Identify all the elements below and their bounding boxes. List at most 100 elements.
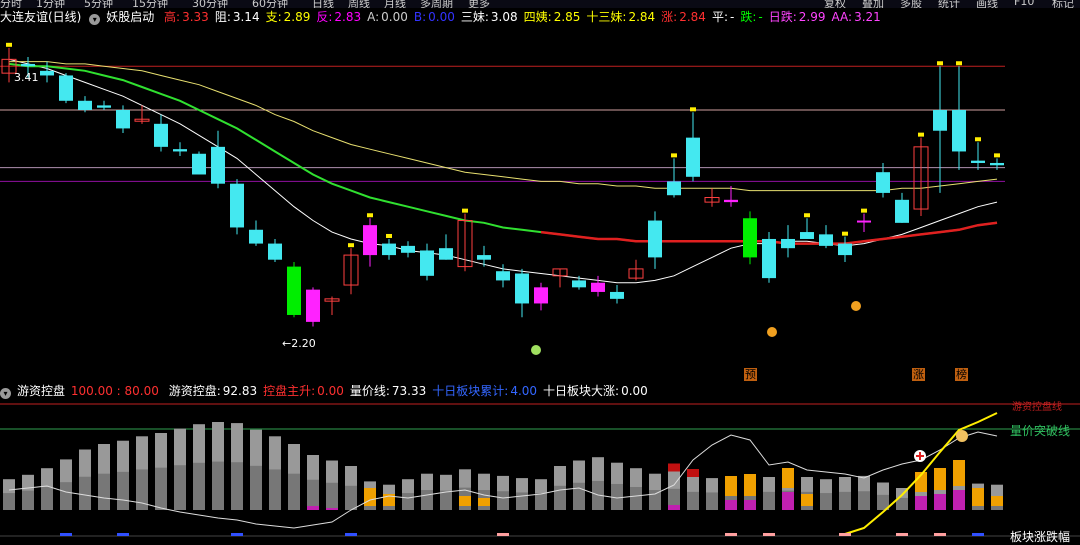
tab-5[interactable]: 60分钟 [252,0,288,8]
header-item-value: 0.00 [428,10,455,24]
header-item-value: - [729,10,735,24]
candle-body [610,291,624,299]
bankuai-bar [972,533,984,536]
candle-body [971,160,985,163]
tab-9[interactable]: 多周期 [420,0,453,8]
tab-4[interactable]: 30分钟 [192,0,228,8]
high-marker [861,208,867,213]
volume-orange-bar [801,494,813,506]
high-marker [994,153,1000,158]
header-item-label: 三妹: [460,10,489,24]
volume-bar-inner [79,476,91,510]
high-marker [690,107,696,112]
volume-bar-inner [288,473,300,510]
tab-8[interactable]: 月线 [384,0,406,8]
volume-magenta-bar [725,500,737,510]
tab-3[interactable]: 15分钟 [132,0,168,8]
header-item-label: B: [413,10,427,24]
volume-orange-bar [953,460,965,486]
high-marker [386,233,392,238]
low-price-label: ←2.20 [282,337,316,350]
tab-1[interactable]: 1分钟 [36,0,65,8]
volume-orange-bar [782,468,794,488]
bankuai-bar [725,533,737,536]
toolbar-button-1[interactable]: 叠加 [862,0,884,8]
header-item-label: AA: [831,10,853,24]
volume-magenta-bar [668,505,680,510]
liangjia-line-label: 量价突破线 [1010,424,1071,438]
header-item-value: 3.33 [182,10,209,24]
volume-bar-inner [193,462,205,510]
header-item-label: 涨: [661,10,678,24]
candle-body [838,243,852,256]
high-marker [348,243,354,248]
indicator-name[interactable]: 妖股启动 [106,10,154,24]
volume-magenta-bar [953,490,965,510]
bankuai-bar [60,533,72,536]
toolbar-button-4[interactable]: 画线 [976,0,998,8]
chevron-down-icon[interactable]: ▾ [0,388,11,399]
volume-orange-bar [934,468,946,490]
tab-6[interactable]: 日线 [312,0,334,8]
money-bag-icon [956,430,968,442]
header-item-label: 日跌: [768,10,797,24]
bang-marker: 榜 [955,368,968,381]
bankuai-bar [117,533,129,536]
candle-body [78,100,92,110]
tab-0[interactable]: 分时 [0,0,22,8]
high-price-label: 3.41 [14,71,39,84]
volume-bar-inner [402,493,414,510]
header-item-value: 2.85 [553,10,581,24]
candle-body [97,105,111,108]
chevron-down-icon[interactable]: ▾ [89,14,101,25]
sub-indicator-name[interactable]: 游资控盘 [17,384,65,398]
high-marker [367,213,373,218]
header-item-value: 2.84 [628,10,656,24]
tab-7[interactable]: 周线 [348,0,370,8]
toolbar-button-5[interactable]: F10 [1014,0,1034,8]
candlestick-chart[interactable] [0,26,1080,382]
candle-body [534,287,548,304]
header-item-value: 2.84 [679,10,706,24]
volume-bar-inner [421,490,433,510]
header-item-label: 阻: [214,10,231,24]
candle-body [990,162,1004,166]
high-marker [671,153,677,158]
header-item-value: 3.08 [490,10,518,24]
candle-body [743,218,757,258]
header-item-value: 0.00 [317,384,344,398]
volume-bar-inner [706,492,718,510]
candle-body [667,181,681,196]
volume-indicator-chart[interactable] [0,400,1080,543]
volume-bar-inner [307,479,319,510]
bankuai-bar [839,533,851,536]
toolbar-button-3[interactable]: 统计 [938,0,960,8]
header-item-label: 高: [164,10,181,24]
candle-body [382,243,396,256]
header-item-label: 反: [316,10,333,24]
high-marker [462,208,468,213]
volume-orange-bar [725,476,737,496]
volume-bar-inner [345,485,357,510]
header-item-value: 3.21 [854,10,881,24]
header-item-label: 游资控盘: [168,384,221,398]
volume-orange-bar [972,488,984,506]
toolbar-button-2[interactable]: 多股 [900,0,922,8]
volume-magenta-bar [782,492,794,510]
candle-body [287,266,301,315]
tab-10[interactable]: 更多 [468,0,490,8]
volume-bar-inner [535,493,547,510]
youzi-line-label: 游资控盘线 [1012,402,1062,413]
header-item-label: 控盘主升: [263,384,316,398]
volume-bar-inner [649,490,661,510]
header-item-value: 0.00 [381,10,408,24]
candle-body [439,248,453,260]
header-item-value: 2.99 [798,10,826,24]
volume-bar-inner [763,491,775,510]
toolbar-button-0[interactable]: 复权 [824,0,846,8]
candle-body [762,238,776,279]
stock-title[interactable]: 大连友谊(日线) [0,10,81,24]
tab-2[interactable]: 5分钟 [84,0,113,8]
candle-body [249,229,263,244]
toolbar-button-6[interactable]: 标记 [1052,0,1074,8]
